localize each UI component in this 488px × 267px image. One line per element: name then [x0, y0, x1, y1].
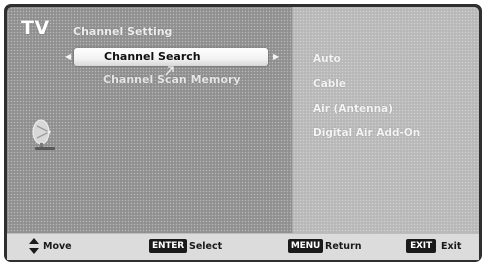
menu-key-badge: MENU	[288, 239, 323, 253]
left-arrow-icon[interactable]: ◀	[65, 52, 71, 61]
menu-title: Channel Setting	[73, 25, 173, 38]
tv-label: TV	[21, 17, 50, 39]
enter-key-badge: ENTER	[149, 239, 187, 253]
osd-main-area: TV Channel Setting ◀ Channel Search ▶ Ch…	[7, 7, 479, 233]
satellite-dish-icon	[32, 119, 55, 150]
move-hint: Move	[43, 241, 72, 252]
return-hint: Return	[325, 241, 362, 252]
menu-item-channel-scan-memory[interactable]: Channel Scan Memory	[103, 73, 241, 86]
menu-item-channel-search[interactable]: Channel Search	[74, 48, 268, 66]
select-hint: Select	[189, 241, 223, 252]
right-arrow-icon[interactable]: ▶	[273, 52, 279, 61]
menu-panel: TV Channel Setting ◀ Channel Search ▶ Ch…	[7, 7, 292, 233]
tv-osd-window: TV Channel Setting ◀ Channel Search ▶ Ch…	[4, 4, 482, 262]
menu-item-label: Channel Search	[104, 50, 201, 63]
exit-hint: Exit	[441, 241, 462, 252]
option-auto[interactable]: Auto	[313, 53, 341, 65]
option-cable[interactable]: Cable	[313, 78, 346, 90]
option-digital-air-add-on[interactable]: Digital Air Add-On	[313, 127, 420, 139]
options-panel: Auto Cable Air (Antenna) Digital Air Add…	[292, 7, 479, 233]
option-air-antenna[interactable]: Air (Antenna)	[313, 103, 393, 115]
up-down-arrows-icon	[29, 238, 39, 254]
footer-hint-bar: Move ENTER Select MENU Return EXIT Exit	[7, 233, 479, 260]
exit-key-badge: EXIT	[406, 239, 436, 253]
